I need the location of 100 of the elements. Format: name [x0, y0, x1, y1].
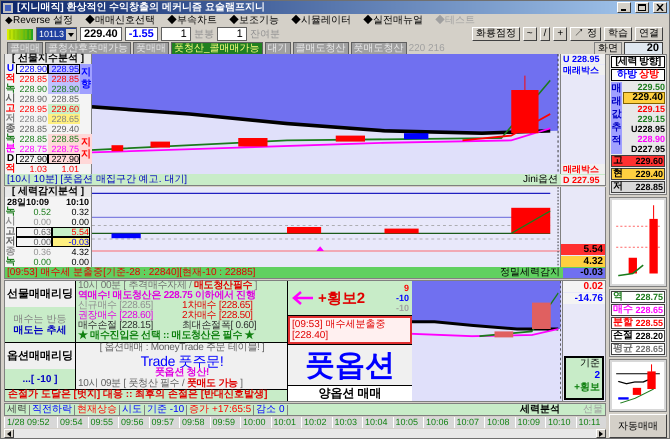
row-label: 시: [5, 94, 16, 104]
value-cell: 228.85: [48, 134, 80, 144]
row-label: 녹: [5, 257, 16, 267]
status-segment: 세력: [5, 404, 30, 414]
direction-label: 하방: [617, 70, 637, 80]
row-label: 종: [5, 247, 16, 257]
menu-item[interactable]: ◆보조기능: [229, 14, 280, 26]
reading-value: 0.02: [563, 281, 605, 292]
mini-chart-drawing: [612, 362, 664, 409]
app-icon: [3, 2, 13, 12]
time-label: 09:54: [57, 417, 88, 428]
scroll-right-button[interactable]: [596, 429, 606, 438]
chart-label: 매래박스: [561, 164, 605, 174]
chart-label: U 228.95: [561, 54, 605, 64]
status-message: [09:53] 매수세 분출중[기준-28 : 22840][현재-10 : 22885]: [6, 268, 256, 278]
minimize-button[interactable]: [617, 2, 631, 13]
base-value: 2: [594, 370, 600, 382]
value-cell: 229.60: [48, 104, 80, 114]
row-label: 적: [5, 164, 16, 174]
toolbar-button[interactable]: +: [553, 27, 568, 41]
value-cell-text: 228.85: [18, 134, 48, 144]
close-icon: [656, 4, 664, 11]
value-cell-text: 0.00: [32, 217, 52, 227]
value-cell: 228.90: [48, 84, 80, 94]
time-label: 10:02: [301, 417, 332, 428]
time-label: 09:56: [118, 417, 148, 428]
row-label: 분: [5, 144, 16, 154]
toolbar-button[interactable]: 연결: [635, 27, 663, 41]
order-note: 풋옵션 청산!: [154, 368, 209, 378]
toolbar-button[interactable]: 학습: [604, 27, 632, 41]
toolbar-button[interactable]: /: [540, 27, 550, 41]
time-label: 10:08: [484, 417, 514, 428]
auto-trade-button[interactable]: 자동매매: [609, 414, 667, 438]
remaining-unit: 잔여분: [250, 28, 280, 41]
menu-item[interactable]: ◆부속차트: [167, 14, 218, 26]
signal-tag: 풋청산_콜매매가능: [171, 42, 263, 54]
status-segment: 증가 +17:65:5: [187, 404, 254, 414]
value-cell-text: 228.80: [18, 114, 48, 124]
chart-label: 매래박스: [561, 65, 605, 75]
status-segment: 기준 -10: [145, 404, 188, 414]
status-segment: 감소 0: [254, 404, 288, 414]
scroll-left-button[interactable]: [4, 429, 14, 438]
big-signal-label: 풋옵션: [288, 345, 412, 385]
status-segment: 현재상승: [75, 404, 120, 414]
price-level: 매수손절 [228.15]: [78, 321, 154, 331]
time-label: 1/28 09:52: [4, 417, 57, 428]
menu-item[interactable]: ◆Reverse 설정: [5, 14, 74, 26]
right-triangle-icon: [598, 430, 604, 436]
row-label: U: [6, 64, 14, 74]
interval-field[interactable]: 1: [160, 27, 191, 41]
left-triangle-icon: [6, 430, 12, 436]
base-title: 기준: [580, 358, 600, 370]
value-cell-text: 228.85: [50, 94, 80, 104]
menu-item[interactable]: ◆매매신호선택: [85, 14, 156, 26]
status-segment: 직전하락: [30, 404, 75, 414]
symbol-dropdown[interactable]: 101L3: [36, 27, 78, 41]
status-label: 선물: [582, 404, 604, 414]
signal-tag: 대기: [264, 42, 291, 54]
menu-item[interactable]: ◆시뮬레이터: [291, 14, 352, 26]
status-reading: D 227.95: [561, 174, 605, 184]
value-cell: 0.63: [16, 227, 52, 237]
row-label: 고: [5, 227, 16, 237]
status-label: 정밀세력감지: [500, 268, 561, 278]
tracked-value: 229.15: [637, 104, 665, 114]
leading-note: 매수는 반등: [14, 314, 66, 324]
signal-footer: ★ 매수진입은 선택 :: 매도청산은 필수 ★: [78, 331, 286, 341]
level-bar-icon: [7, 28, 33, 40]
order-row: 분할 228.55: [611, 317, 665, 329]
screen-field[interactable]: 20: [624, 42, 663, 54]
candle: [238, 138, 268, 146]
toolbar-button[interactable]: ↗ 정: [570, 27, 601, 41]
time-label: 09:58: [179, 417, 210, 428]
status-message: [10시 10분] [풋옵션 매집구간 예고. 대기]: [6, 174, 188, 184]
value-cell: 0.00: [16, 237, 52, 247]
signal-tag: 콜매매: [7, 42, 43, 54]
row-label: 종: [5, 124, 16, 134]
sell-instruction-text: 역매수! 매도청산은 228.75 이하에서 진행: [78, 291, 256, 301]
price-row: 고 229.60: [611, 155, 665, 167]
menu-item[interactable]: ◆실전매뉴얼: [363, 14, 424, 26]
remaining-field[interactable]: 1: [216, 27, 247, 41]
order-row: 평균 228.65: [611, 343, 665, 355]
time-label: 10:03: [332, 417, 362, 428]
toolbar-button[interactable]: ~: [522, 27, 537, 41]
row-label: 고: [5, 104, 16, 114]
value-cell-text: 228.95: [18, 104, 48, 114]
row-label: 적: [5, 74, 16, 84]
row-label: D: [6, 154, 16, 164]
maximize-button[interactable]: [635, 2, 649, 13]
status-reading: -0.03: [563, 268, 605, 278]
order-signal: Trade 풋주문!: [140, 354, 224, 368]
futures-leading-title: 선물매매리딩: [5, 281, 75, 307]
close-button[interactable]: [653, 2, 667, 13]
value-cell: 228.90: [16, 64, 48, 74]
row-label: 녹: [5, 207, 16, 217]
caret-icon: [66, 28, 76, 40]
arrow-left-icon: [292, 291, 314, 305]
price-level: 권장매수 [228.60]: [78, 311, 154, 321]
tracked-value: 228.90: [637, 134, 665, 144]
toolbar-button[interactable]: 화룡점정: [472, 27, 520, 41]
time-label: 10:10: [545, 417, 576, 428]
